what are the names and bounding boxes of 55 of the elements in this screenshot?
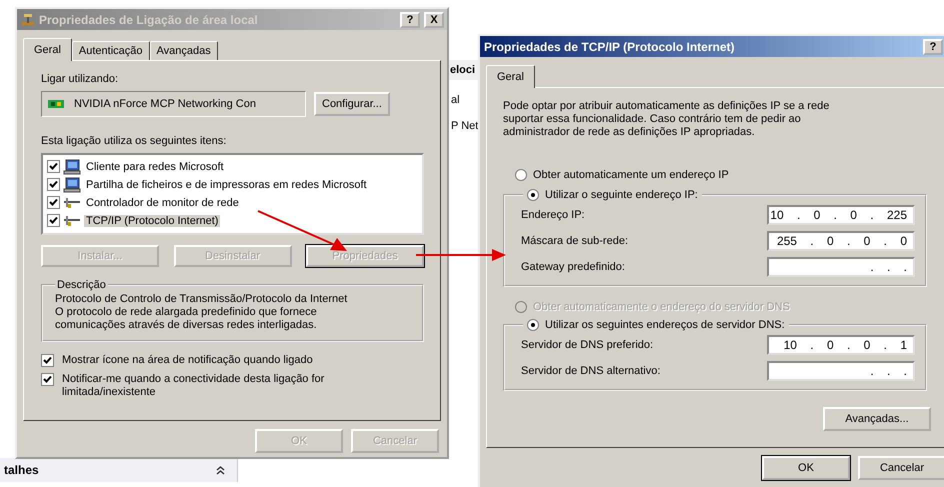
radio-button[interactable] <box>515 169 527 181</box>
list-item[interactable]: Cliente para redes Microsoft <box>84 160 226 172</box>
tab[interactable]: Avançadas <box>150 41 218 60</box>
list-item[interactable]: TCP/IP (Protocolo Internet) <box>84 214 220 226</box>
checkbox-label: Notificar-me quando a conectividade desta ligação for limitada/inexistente <box>62 373 324 399</box>
checkbox[interactable] <box>47 160 60 173</box>
table-cell-text: al <box>450 94 461 106</box>
field-label: Endereço IP: <box>521 209 585 221</box>
button[interactable]: Avançadas... <box>823 407 931 431</box>
label: Ligar utilizando: <box>41 73 120 85</box>
tab[interactable]: Autenticação <box>72 41 150 60</box>
ip-address-field[interactable]: 10 . 0 . 0 . 1 <box>767 335 915 355</box>
ip-address-field[interactable]: . . . <box>767 361 915 381</box>
ip-address-field[interactable]: 255 . 0 . 0 . 0 <box>767 231 915 251</box>
radio-label: Utilizar os seguintes endereços de servidor DNS: <box>545 319 785 331</box>
window-title: Propriedades de TCP/IP (Protocolo Internet) <box>484 40 736 54</box>
list-item[interactable]: Partilha de ficheiros e de impressoras em redes Microsoft <box>84 178 369 190</box>
field-label: Máscara de sub-rede: <box>521 235 628 247</box>
field-label: Gateway predefinido: <box>521 261 625 273</box>
checkbox[interactable] <box>41 373 54 386</box>
checkbox[interactable] <box>47 196 60 209</box>
radio-button[interactable] <box>527 319 539 331</box>
field-label: Servidor de DNS alternativo: <box>521 365 660 377</box>
field-label: Servidor de DNS preferido: <box>521 339 654 351</box>
help-button[interactable]: ? <box>400 12 420 28</box>
button[interactable]: OK <box>762 456 850 480</box>
computer-icon <box>63 158 81 174</box>
table-cell-text: P Net <box>450 120 478 132</box>
close-button[interactable]: X <box>424 12 444 28</box>
column-header: eloci <box>449 60 478 80</box>
network-card-icon <box>48 99 64 109</box>
label: Esta ligação utiliza os seguintes itens: <box>41 135 228 147</box>
radio-label: Utilizar o seguinte endereço IP: <box>545 189 698 201</box>
checkbox-label: Mostrar ícone na área de notificação quando ligado <box>62 354 313 367</box>
network-icon <box>21 12 35 26</box>
collapse-icon <box>216 466 225 474</box>
tab[interactable]: Geral <box>23 38 72 61</box>
button[interactable]: Cancelar <box>858 456 944 480</box>
adapter-name: NVIDIA nForce MCP Networking Con <box>74 98 256 110</box>
description-text: Protocolo de Controlo de Transmissão/Protocolo da Internet O protocolo de rede alargada predefinido que fornece comunicações através de diversas redes interligadas. <box>55 293 348 332</box>
button[interactable]: Configurar... <box>314 92 390 116</box>
radio-button[interactable] <box>527 189 539 201</box>
ip-address-field[interactable]: . . . <box>767 257 915 277</box>
checkbox[interactable] <box>47 214 60 227</box>
radio-label: Obter automaticamente um endereço IP <box>533 169 729 181</box>
computer-icon <box>63 176 81 192</box>
checkbox[interactable] <box>47 178 60 191</box>
checkbox[interactable] <box>41 354 54 367</box>
tab[interactable]: Geral <box>486 65 535 88</box>
list-item[interactable]: Controlador de monitor de rede <box>84 196 241 208</box>
ip-address-field[interactable]: 10 . 0 . 0 . 225 <box>767 205 915 225</box>
section-title: talhes <box>4 463 39 477</box>
intro-text: Pode optar por atribuir automaticamente as definições IP se a rede suportar essa funcionalidade. Caso contrário tem de pedir ao administrador de rede as definições IP apropriadas. <box>503 100 830 139</box>
help-button[interactable]: ? <box>923 38 943 54</box>
group-title: Descrição <box>56 279 107 291</box>
